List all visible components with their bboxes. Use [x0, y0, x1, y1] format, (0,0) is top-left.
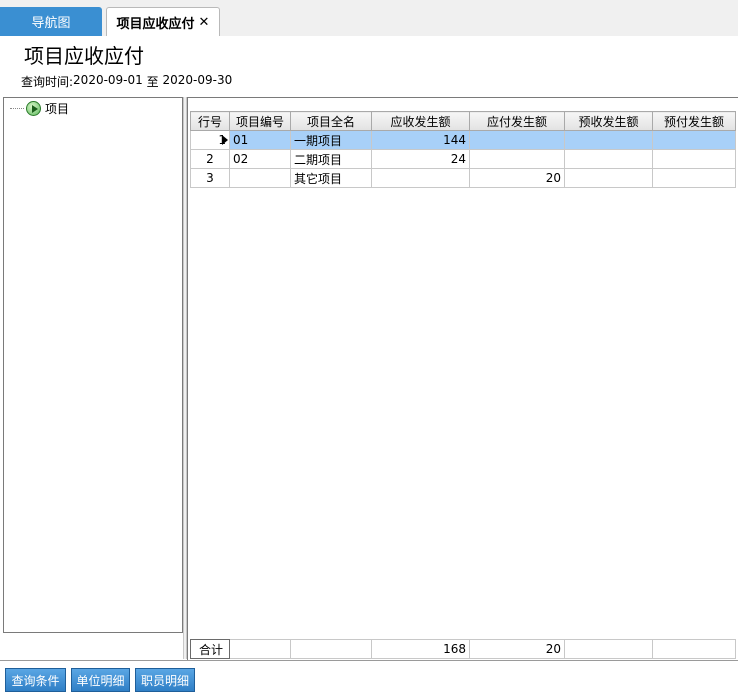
row-number: 3: [190, 168, 230, 188]
cell-prepaid[interactable]: [652, 149, 736, 169]
total-receivable: 168: [371, 639, 470, 659]
table-row[interactable]: 3 其它项目 20: [190, 168, 736, 188]
col-header-prereceived[interactable]: 预收发生额: [564, 111, 653, 131]
cell-name[interactable]: 一期项目: [290, 130, 372, 150]
cell-receivable[interactable]: 144: [371, 130, 470, 150]
cell-prereceived[interactable]: [564, 168, 653, 188]
totals-table: 合计 168 20: [190, 639, 736, 659]
cell-prereceived[interactable]: [564, 149, 653, 169]
grid-footer: 合计 168 20: [190, 639, 738, 659]
project-tree[interactable]: 项目: [3, 97, 183, 633]
col-header-name[interactable]: 项目全名: [290, 111, 372, 131]
query-label: 查询时间:: [21, 75, 74, 89]
col-header-receivable[interactable]: 应收发生额: [371, 111, 470, 131]
cell-name[interactable]: 二期项目: [290, 149, 372, 169]
col-header-payable[interactable]: 应付发生额: [469, 111, 565, 131]
tree-node-label: 项目: [45, 101, 70, 116]
query-period: 查询时间: 2020-09-01 至 2020-09-30: [21, 73, 232, 90]
staff-detail-button[interactable]: 职员明细: [135, 668, 195, 692]
cell-prepaid[interactable]: [652, 168, 736, 188]
cell-receivable[interactable]: 24: [371, 149, 470, 169]
cell-code[interactable]: 02: [229, 149, 291, 169]
unit-detail-button[interactable]: 单位明细: [71, 668, 130, 692]
query-date-to: 2020-09-30: [162, 73, 233, 87]
query-date-from: 2020-09-01: [73, 73, 143, 87]
table-row[interactable]: 1 01 一期项目 144: [190, 130, 736, 150]
row-pointer-icon: [222, 135, 228, 145]
total-label: 合计: [190, 639, 230, 659]
tab-navigation-map[interactable]: 导航图: [0, 7, 102, 36]
tab-label: 项目应收应付: [116, 16, 195, 32]
close-icon[interactable]: ✕: [199, 15, 210, 30]
tab-project-receivable-payable[interactable]: 项目应收应付 ✕: [106, 7, 220, 36]
tab-bar: 导航图 项目应收应付 ✕: [0, 0, 738, 36]
cell-payable[interactable]: [469, 130, 565, 150]
tree-node-project[interactable]: 项目: [10, 100, 69, 116]
tab-label: 导航图: [31, 16, 71, 31]
totals-row: 合计 168 20: [190, 639, 736, 659]
grid-header-row: 行号 项目编号 项目全名 应收发生额 应付发生额 预收发生额 预付发生额: [190, 111, 736, 131]
divider: [0, 660, 738, 662]
cell-prepaid[interactable]: [652, 130, 736, 150]
query-sep: 至: [146, 75, 159, 89]
col-header-code[interactable]: 项目编号: [229, 111, 291, 131]
play-circle-icon: [26, 100, 41, 116]
row-number: 2: [190, 149, 230, 169]
col-header-row-no[interactable]: 行号: [190, 111, 230, 131]
cell-payable[interactable]: 20: [469, 168, 565, 188]
tree-connector: [10, 107, 24, 109]
cell-code[interactable]: 01: [229, 130, 291, 150]
table-row[interactable]: 2 02 二期项目 24: [190, 149, 736, 169]
cell-code[interactable]: [229, 168, 291, 188]
cell-name[interactable]: 其它项目: [290, 168, 372, 188]
row-number: 1: [190, 130, 230, 150]
grid-table: 行号 项目编号 项目全名 应收发生额 应付发生额 预收发生额 预付发生额 1 0…: [190, 111, 736, 188]
cell-payable[interactable]: [469, 149, 565, 169]
query-conditions-button[interactable]: 查询条件: [5, 668, 66, 692]
cell-receivable[interactable]: [371, 168, 470, 188]
cell-prereceived[interactable]: [564, 130, 653, 150]
page-title: 项目应收应付: [24, 44, 144, 68]
total-payable: 20: [469, 639, 565, 659]
col-header-prepaid[interactable]: 预付发生额: [652, 111, 736, 131]
data-grid: 行号 项目编号 项目全名 应收发生额 应付发生额 预收发生额 预付发生额 1 0…: [187, 97, 738, 660]
